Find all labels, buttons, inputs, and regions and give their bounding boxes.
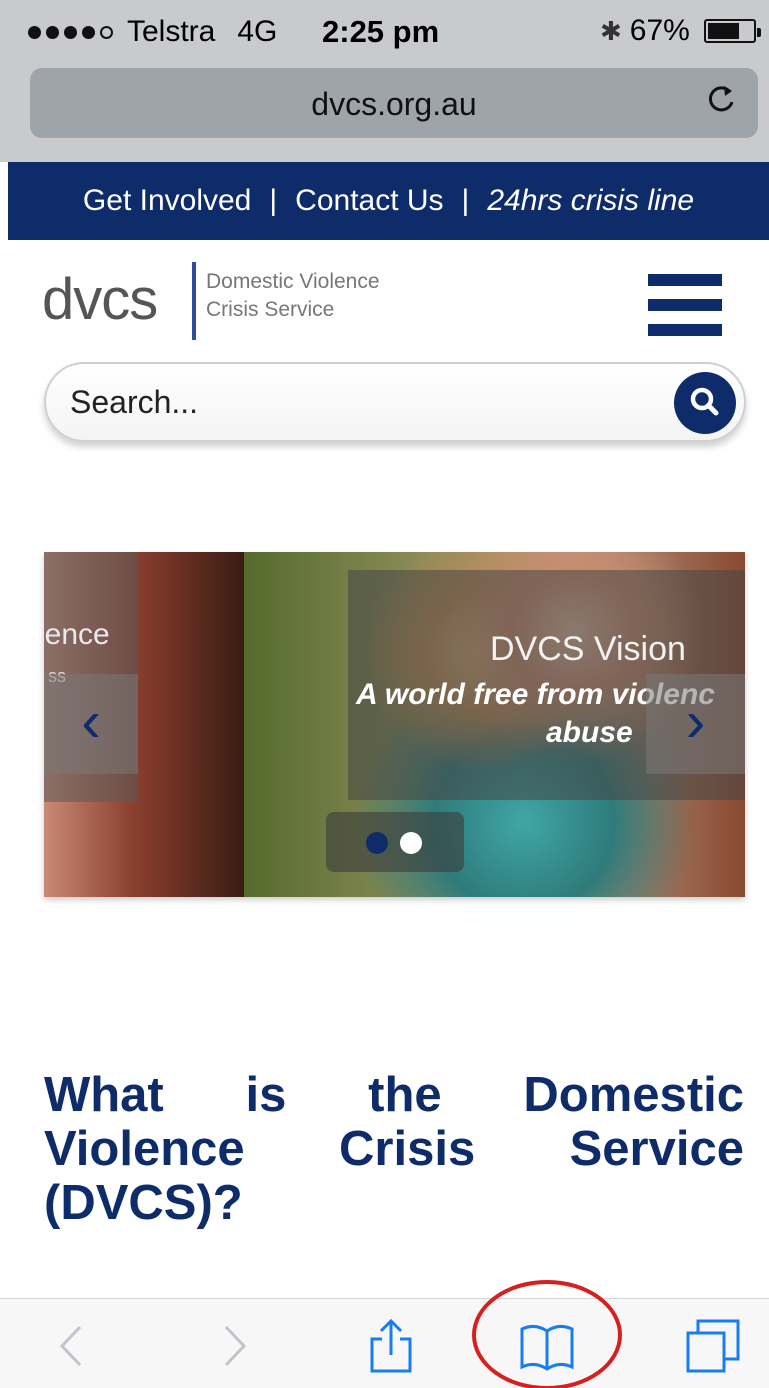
- pager-dot-1[interactable]: [366, 832, 388, 854]
- logo-divider: [192, 262, 196, 340]
- search-input[interactable]: Search...: [70, 384, 198, 421]
- url-text[interactable]: dvcs.org.au: [30, 86, 758, 123]
- nav-get-involved[interactable]: Get Involved: [83, 184, 251, 218]
- search-icon: [690, 387, 719, 416]
- bookmarks-book-icon[interactable]: [518, 1317, 576, 1375]
- carousel-prev-button[interactable]: ‹: [44, 674, 138, 774]
- pager-dot-2[interactable]: [400, 832, 422, 854]
- browser-toolbar: [0, 1298, 769, 1388]
- logo-subtitle: Domestic Violence Crisis Service: [206, 268, 380, 324]
- tabs-icon[interactable]: [684, 1317, 742, 1375]
- nav-crisis-line[interactable]: 24hrs crisis line: [487, 184, 694, 218]
- battery-icon: [703, 19, 761, 43]
- signal-strength-icon: [28, 25, 113, 39]
- hero-carousel[interactable]: lence ss ‹ DVCS Vision A world free from…: [44, 552, 745, 897]
- top-nav: Get Involved | Contact Us | 24hrs crisis…: [8, 162, 769, 240]
- battery-percent: 67%: [629, 14, 690, 47]
- back-chevron-icon[interactable]: [44, 1317, 102, 1375]
- slide-title: DVCS Vision: [490, 630, 686, 668]
- nav-separator: |: [269, 184, 278, 217]
- search-box[interactable]: Search...: [44, 362, 746, 442]
- hamburger-menu-icon[interactable]: [648, 274, 722, 336]
- nav-separator: |: [461, 184, 470, 217]
- carrier-group: Telstra 4G: [28, 15, 277, 49]
- search-button[interactable]: [674, 372, 736, 434]
- carousel-next-button[interactable]: ›: [646, 674, 745, 774]
- page-heading: What is the Domestic Violence Crisis Ser…: [44, 1068, 744, 1230]
- battery-group: ✱ 67%: [600, 14, 761, 48]
- carousel-pager: [326, 812, 464, 872]
- logo-wordmark: dvcs: [42, 267, 158, 332]
- reload-icon[interactable]: [706, 82, 736, 125]
- site-logo[interactable]: dvcs Domestic Violence Crisis Service: [42, 262, 442, 342]
- clock: 2:25 pm: [322, 14, 440, 49]
- logo-line-1: Domestic Violence: [206, 270, 380, 293]
- address-bar[interactable]: dvcs.org.au: [30, 68, 758, 138]
- network-type: 4G: [237, 15, 278, 48]
- bluetooth-icon: ✱: [600, 15, 622, 46]
- logo-line-2: Crisis Service: [206, 298, 335, 321]
- prev-slide-title: lence: [44, 618, 110, 651]
- forward-chevron-icon[interactable]: [204, 1317, 262, 1375]
- nav-contact-us[interactable]: Contact Us: [295, 184, 443, 218]
- status-bar: Telstra 4G 2:25 pm ✱ 67%: [0, 0, 769, 62]
- share-icon[interactable]: [362, 1317, 420, 1375]
- browser-chrome: dvcs.org.au: [0, 62, 769, 162]
- carrier-name: Telstra: [127, 15, 216, 48]
